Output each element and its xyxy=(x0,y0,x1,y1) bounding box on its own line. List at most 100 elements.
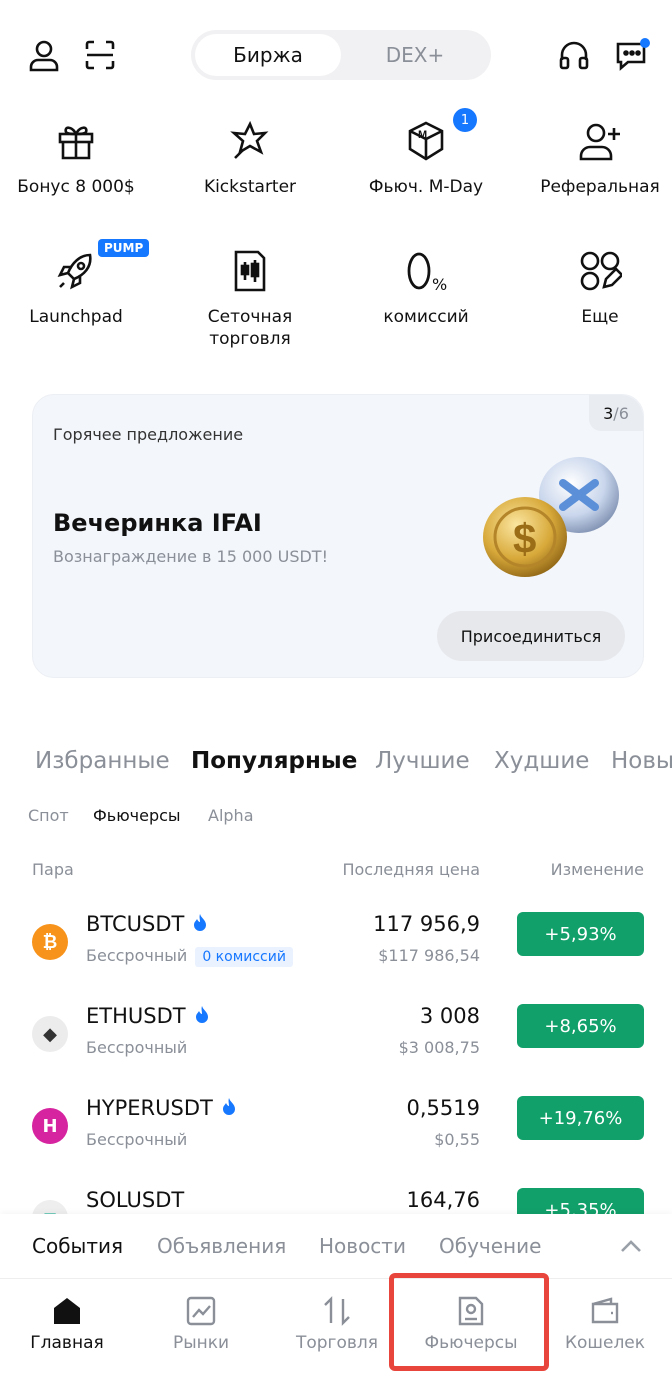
contract-type-label: Бессрочный xyxy=(86,946,188,965)
contract-type: Бессрочный xyxy=(86,1038,188,1057)
pair-cell: HYPERUSDT xyxy=(86,1096,237,1122)
contract-type: Бессрочный xyxy=(86,1130,188,1149)
add-user-icon xyxy=(516,116,672,166)
shortcut-kickstarter[interactable]: Kickstarter xyxy=(166,116,334,198)
fiat-price: $3 008,75 xyxy=(398,1038,480,1057)
more-icon xyxy=(516,246,672,296)
tab-top-losers[interactable]: Худшие xyxy=(494,748,589,774)
shortcut-label: Сеточная торговля xyxy=(207,307,293,349)
swap-icon xyxy=(270,1295,404,1327)
tab-favorites[interactable]: Избранные xyxy=(35,748,170,774)
profile-icon[interactable] xyxy=(22,33,66,77)
scan-icon[interactable] xyxy=(78,33,122,77)
svg-text:$: $ xyxy=(513,515,536,562)
nav-trade[interactable]: Торговля xyxy=(270,1279,404,1378)
shortcut-more[interactable]: Еще xyxy=(516,246,672,328)
btc-icon: ₿ xyxy=(32,924,68,960)
shortcut-label: Реферальная xyxy=(540,177,660,197)
table-row[interactable]: H HYPERUSDT Бессрочный 0,5519 $0,55 +19,… xyxy=(0,1096,672,1188)
tab-learn[interactable]: Обучение xyxy=(439,1234,541,1258)
pager-current: 3 xyxy=(603,403,614,423)
tab-top-gainers[interactable]: Лучшие xyxy=(375,748,470,774)
flame-icon xyxy=(194,1005,210,1030)
bottom-navigation: Главная Рынки Торговля Фьючерсы Кошелек xyxy=(0,1278,672,1378)
pump-badge: PUMP xyxy=(98,239,150,257)
subtab-alpha[interactable]: Alpha xyxy=(208,806,254,825)
nav-label: Торговля xyxy=(295,1333,379,1353)
kickstarter-icon xyxy=(166,116,334,166)
tab-announcements[interactable]: Объявления xyxy=(157,1234,286,1258)
pair-cell: BTCUSDT xyxy=(86,912,208,938)
shortcut-label: Еще xyxy=(581,307,619,327)
shortcut-label: Launchpad xyxy=(29,307,123,327)
pair-cell: ETHUSDT xyxy=(86,1004,210,1030)
column-last-price: Последняя цена xyxy=(342,860,480,879)
join-button[interactable]: Присоединиться xyxy=(437,611,625,661)
last-price: 3 008 xyxy=(419,1004,480,1028)
tab-popular[interactable]: Популярные xyxy=(191,748,357,774)
shortcut-launchpad[interactable]: Launchpad PUMP xyxy=(0,239,160,328)
nav-label: Рынки xyxy=(172,1333,230,1353)
notification-badge: 1 xyxy=(453,108,477,132)
flame-icon xyxy=(221,1097,237,1122)
svg-text:M: M xyxy=(418,129,427,141)
support-headset-icon[interactable] xyxy=(552,33,596,77)
tab-news[interactable]: Новости xyxy=(319,1234,406,1258)
nav-home[interactable]: Главная xyxy=(0,1279,134,1378)
subtab-futures[interactable]: Фьючерсы xyxy=(93,806,181,825)
column-change: Изменение xyxy=(550,860,644,879)
news-tabs-bar: События Объявления Новости Обучение xyxy=(0,1214,672,1278)
change-badge[interactable]: +5,93% xyxy=(517,912,644,956)
column-pair: Пара xyxy=(32,860,74,879)
eth-icon: ◆ xyxy=(32,1016,68,1052)
promo-kicker: Горячее предложение xyxy=(53,425,244,444)
exchange-dex-switch: Биржа DEX+ xyxy=(191,30,491,80)
shortcut-label: Фьюч. M-Day xyxy=(368,177,484,197)
shortcut-bonus[interactable]: Бонус 8 000$ xyxy=(0,116,160,198)
mday-icon: M xyxy=(342,116,510,166)
subtab-spot[interactable]: Спот xyxy=(28,806,69,825)
change-badge[interactable]: +8,65% xyxy=(517,1004,644,1048)
promo-card[interactable]: 3/6 Горячее предложение Вечеринка IFAI В… xyxy=(32,394,644,678)
promo-subtitle: Вознаграждение в 15 000 USDT! xyxy=(53,547,328,566)
contract-type: Бессрочный 0 комиссий xyxy=(86,946,293,967)
table-row[interactable]: ₿ BTCUSDT Бессрочный 0 комиссий 117 956,9… xyxy=(0,912,672,1004)
pager-total: /6 xyxy=(613,403,629,423)
tab-events[interactable]: События xyxy=(32,1234,123,1258)
messages-icon[interactable] xyxy=(610,33,654,77)
shortcut-referral[interactable]: Реферальная xyxy=(516,116,672,198)
pair-name: ETHUSDT xyxy=(86,1004,186,1028)
home-icon xyxy=(0,1295,134,1327)
table-row[interactable]: ◆ ETHUSDT Бессрочный 3 008 $3 008,75 +8,… xyxy=(0,1004,672,1096)
promo-title: Вечеринка IFAI xyxy=(53,509,262,537)
hyper-icon: H xyxy=(32,1108,68,1144)
shortcut-label: Бонус 8 000$ xyxy=(17,177,135,197)
shortcut-mday[interactable]: M Фьюч. M-Day 1 xyxy=(342,108,510,198)
zero-fee-tag: 0 комиссий xyxy=(195,947,293,967)
gift-icon xyxy=(0,116,160,166)
wallet-icon xyxy=(538,1295,672,1327)
coins-illustration: $ xyxy=(481,455,621,589)
tab-new[interactable]: Новые xyxy=(611,748,672,774)
tab-dex[interactable]: DEX+ xyxy=(343,34,487,76)
pair-name: SOLUSDT xyxy=(86,1188,185,1212)
highlight-frame xyxy=(389,1273,549,1371)
shortcut-zero-fee[interactable]: % комиссий xyxy=(342,246,510,328)
last-price: 164,76 xyxy=(406,1188,480,1212)
last-price: 117 956,9 xyxy=(373,912,480,936)
chart-icon xyxy=(134,1295,268,1327)
chevron-up-icon[interactable] xyxy=(606,1228,656,1264)
shortcut-label: комиссий xyxy=(383,307,469,327)
tab-exchange[interactable]: Биржа xyxy=(195,34,341,76)
last-price: 0,5519 xyxy=(406,1096,480,1120)
shortcut-label: Kickstarter xyxy=(203,177,297,197)
promo-pager: 3/6 xyxy=(589,395,643,431)
nav-label: Главная xyxy=(30,1333,104,1353)
change-badge[interactable]: +19,76% xyxy=(517,1096,644,1140)
pair-name: BTCUSDT xyxy=(86,912,185,936)
shortcut-grid-trading[interactable]: Сеточная торговля xyxy=(166,246,334,350)
zero-fee-icon: % xyxy=(342,246,510,296)
nav-markets[interactable]: Рынки xyxy=(134,1279,268,1378)
nav-wallet[interactable]: Кошелек xyxy=(538,1279,672,1378)
flame-icon xyxy=(192,913,208,938)
